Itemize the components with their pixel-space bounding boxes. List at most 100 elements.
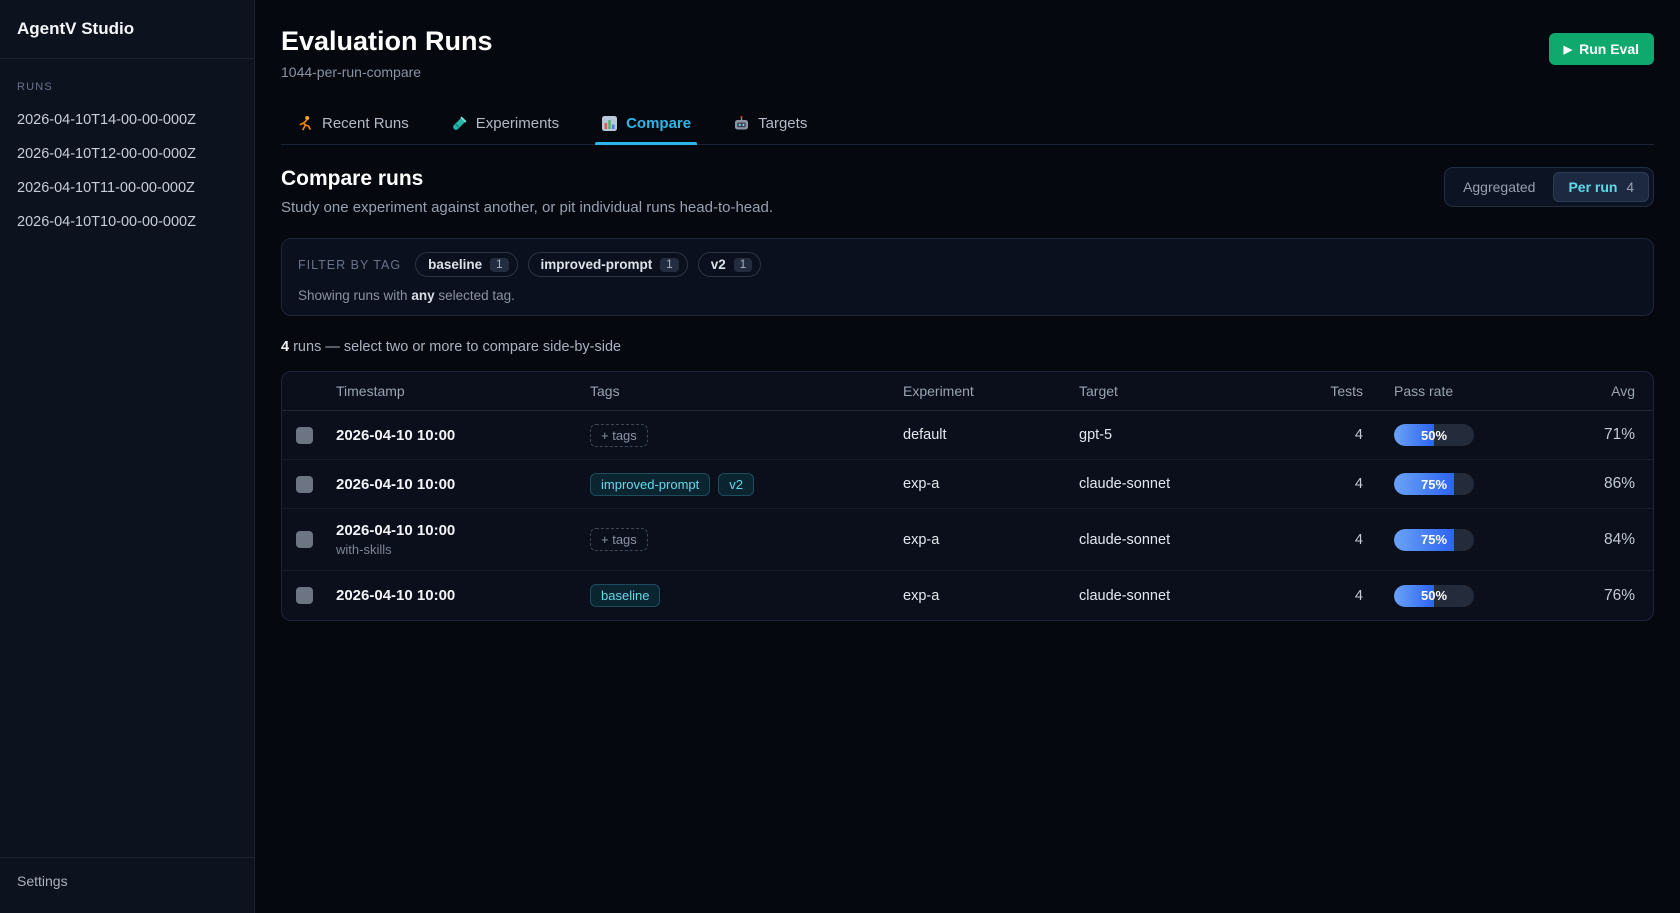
bar-chart-icon <box>601 115 618 132</box>
sidebar-run-item[interactable]: 2026-04-10T14-00-00-000Z <box>0 103 254 137</box>
row-checkbox[interactable] <box>296 587 313 604</box>
run-target: claude-sonnet <box>1079 588 1277 604</box>
tab-experiments[interactable]: Experiments <box>449 106 561 144</box>
pass-rate-label: 50% <box>1394 424 1474 446</box>
pass-rate-label: 50% <box>1394 585 1474 607</box>
run-experiment: exp-a <box>903 532 1079 548</box>
tab-bar: Recent Runs Experiments Compare Targets <box>281 106 1654 145</box>
sidebar-run-item[interactable]: 2026-04-10T10-00-00-000Z <box>0 205 254 239</box>
robot-icon <box>733 115 750 132</box>
tag-count-badge: 1 <box>734 258 752 272</box>
filter-note-emphasis: any <box>411 288 434 303</box>
toggle-per-run[interactable]: Per run 4 <box>1553 172 1649 202</box>
tab-recent-runs[interactable]: Recent Runs <box>295 106 411 144</box>
run-target: gpt-5 <box>1079 427 1277 443</box>
run-experiment: exp-a <box>903 476 1079 492</box>
pass-rate-bar: 75% <box>1394 529 1474 551</box>
sidebar-run-item[interactable]: 2026-04-10T11-00-00-000Z <box>0 171 254 205</box>
filter-by-tag-label: FILTER BY TAG <box>298 258 401 272</box>
row-checkbox[interactable] <box>296 427 313 444</box>
tab-targets[interactable]: Targets <box>731 106 809 144</box>
tag-filter-improved-prompt[interactable]: improved-prompt 1 <box>528 252 688 277</box>
toggle-per-run-label: Per run <box>1568 179 1617 195</box>
tab-label: Targets <box>758 115 807 132</box>
run-tests: 4 <box>1277 427 1363 443</box>
tag-name: v2 <box>711 257 726 272</box>
run-experiment: default <box>903 427 1079 443</box>
page-title: Evaluation Runs <box>281 26 493 57</box>
runs-summary: 4 runs — select two or more to compare s… <box>281 339 1654 355</box>
pass-rate-bar: 50% <box>1394 585 1474 607</box>
tag-name: baseline <box>428 257 482 272</box>
runs-count: 4 <box>281 339 289 355</box>
pass-rate-label: 75% <box>1394 529 1474 551</box>
run-timestamp: 2026-04-10 10:00 <box>336 522 590 539</box>
add-tags-button[interactable]: + tags <box>590 528 648 551</box>
sidebar-section-label: RUNS <box>0 73 254 103</box>
sidebar-run-item[interactable]: 2026-04-10T12-00-00-000Z <box>0 137 254 171</box>
runner-icon <box>297 115 314 132</box>
filter-note: Showing runs with any selected tag. <box>298 288 1637 303</box>
run-timestamp: 2026-04-10 10:00 <box>336 427 590 444</box>
run-avg: 86% <box>1594 475 1653 493</box>
table-row: 2026-04-10 10:00 baseline exp-a claude-s… <box>282 571 1653 620</box>
tab-label: Compare <box>626 115 691 132</box>
run-tests: 4 <box>1277 532 1363 548</box>
play-icon: ▶ <box>1564 43 1572 56</box>
app-title: AgentV Studio <box>0 0 254 59</box>
pass-rate-bar: 75% <box>1394 473 1474 495</box>
run-avg: 76% <box>1594 587 1653 605</box>
add-tags-button[interactable]: + tags <box>590 424 648 447</box>
main-content: Evaluation Runs 1044-per-run-compare ▶ R… <box>255 0 1680 913</box>
run-eval-button[interactable]: ▶ Run Eval <box>1549 33 1654 65</box>
tag-pill[interactable]: v2 <box>718 473 754 496</box>
tag-filter-baseline[interactable]: baseline 1 <box>415 252 517 277</box>
tag-filter-v2[interactable]: v2 1 <box>698 252 761 277</box>
compare-section-description: Study one experiment against another, or… <box>281 199 773 216</box>
table-row: 2026-04-10 10:00 + tags default gpt-5 4 … <box>282 411 1653 460</box>
col-target: Target <box>1079 383 1277 399</box>
table-row: 2026-04-10 10:00 improved-prompt v2 exp-… <box>282 460 1653 509</box>
table-header-row: Timestamp Tags Experiment Target Tests P… <box>282 372 1653 411</box>
col-avg: Avg <box>1594 383 1653 399</box>
sidebar: AgentV Studio RUNS 2026-04-10T14-00-00-0… <box>0 0 255 913</box>
run-avg: 84% <box>1594 531 1653 549</box>
test-tube-icon <box>451 115 468 132</box>
run-experiment: exp-a <box>903 588 1079 604</box>
col-experiment: Experiment <box>903 383 1079 399</box>
col-timestamp: Timestamp <box>336 383 590 399</box>
settings-link[interactable]: Settings <box>0 857 254 913</box>
run-target: claude-sonnet <box>1079 476 1277 492</box>
pass-rate-bar: 50% <box>1394 424 1474 446</box>
tag-pill[interactable]: baseline <box>590 584 660 607</box>
tag-filter-panel: FILTER BY TAG baseline 1 improved-prompt… <box>281 238 1654 316</box>
tab-label: Experiments <box>476 115 559 132</box>
run-tests: 4 <box>1277 476 1363 492</box>
view-mode-toggle: Aggregated Per run 4 <box>1444 167 1654 207</box>
table-row: 2026-04-10 10:00 with-skills + tags exp-a… <box>282 509 1653 571</box>
page-subtitle: 1044-per-run-compare <box>281 64 493 80</box>
run-target: claude-sonnet <box>1079 532 1277 548</box>
tag-name: improved-prompt <box>541 257 653 272</box>
row-checkbox[interactable] <box>296 531 313 548</box>
toggle-per-run-count: 4 <box>1626 180 1634 195</box>
tag-count-badge: 1 <box>490 258 508 272</box>
run-timestamp: 2026-04-10 10:00 <box>336 587 590 604</box>
row-checkbox[interactable] <box>296 476 313 493</box>
tab-compare[interactable]: Compare <box>599 106 693 144</box>
run-tests: 4 <box>1277 588 1363 604</box>
pass-rate-label: 75% <box>1394 473 1474 495</box>
runs-table: Timestamp Tags Experiment Target Tests P… <box>281 371 1654 621</box>
run-avg: 71% <box>1594 426 1653 444</box>
run-timestamp: 2026-04-10 10:00 <box>336 476 590 493</box>
tag-pill[interactable]: improved-prompt <box>590 473 710 496</box>
col-tests: Tests <box>1277 383 1363 399</box>
col-tags: Tags <box>590 383 903 399</box>
compare-section-title: Compare runs <box>281 167 773 191</box>
tab-label: Recent Runs <box>322 115 409 132</box>
col-pass-rate: Pass rate <box>1363 383 1594 399</box>
toggle-aggregated[interactable]: Aggregated <box>1449 173 1549 201</box>
run-eval-label: Run Eval <box>1579 41 1639 57</box>
run-subtitle: with-skills <box>336 542 590 557</box>
tag-count-badge: 1 <box>660 258 678 272</box>
